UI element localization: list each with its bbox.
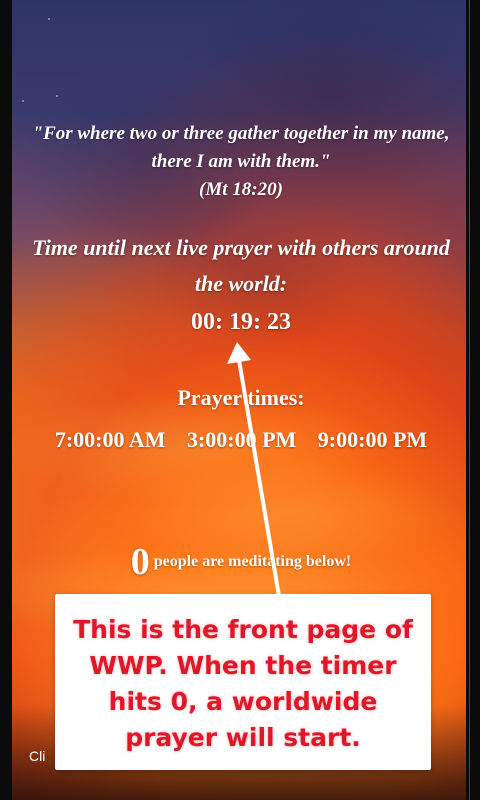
prayer-time-afternoon: 3:00:00 PM (186, 427, 297, 452)
prayer-time-evening: 9:00:00 PM (317, 427, 428, 452)
callout-text: This is the front page of WWP. When the … (73, 615, 413, 752)
meditating-count: 0 (130, 541, 150, 583)
quote-reference: (Mt 18:20) (199, 179, 283, 200)
quote-text: "For where two or three gather together … (32, 123, 450, 172)
prayer-time-morning: 7:00:00 AM (54, 427, 166, 452)
meditating-label: people are meditating below! (153, 553, 352, 570)
countdown-title: Time until next live prayer with others … (32, 235, 450, 296)
meditating-count-line: 0 people are meditating below! (26, 540, 456, 584)
left-border (0, 0, 12, 800)
right-border (466, 0, 480, 800)
prayer-times-heading: Prayer times: (177, 385, 305, 410)
click-link[interactable]: Cli (29, 748, 45, 764)
countdown-timer: 00: 19: 23 (191, 309, 291, 335)
bible-quote: "For where two or three gather together … (26, 120, 456, 204)
prayer-times-list: 7:00:00 AM 3:00:00 PM 9:00:00 PM (34, 420, 448, 460)
annotation-callout: This is the front page of WWP. When the … (55, 594, 431, 770)
